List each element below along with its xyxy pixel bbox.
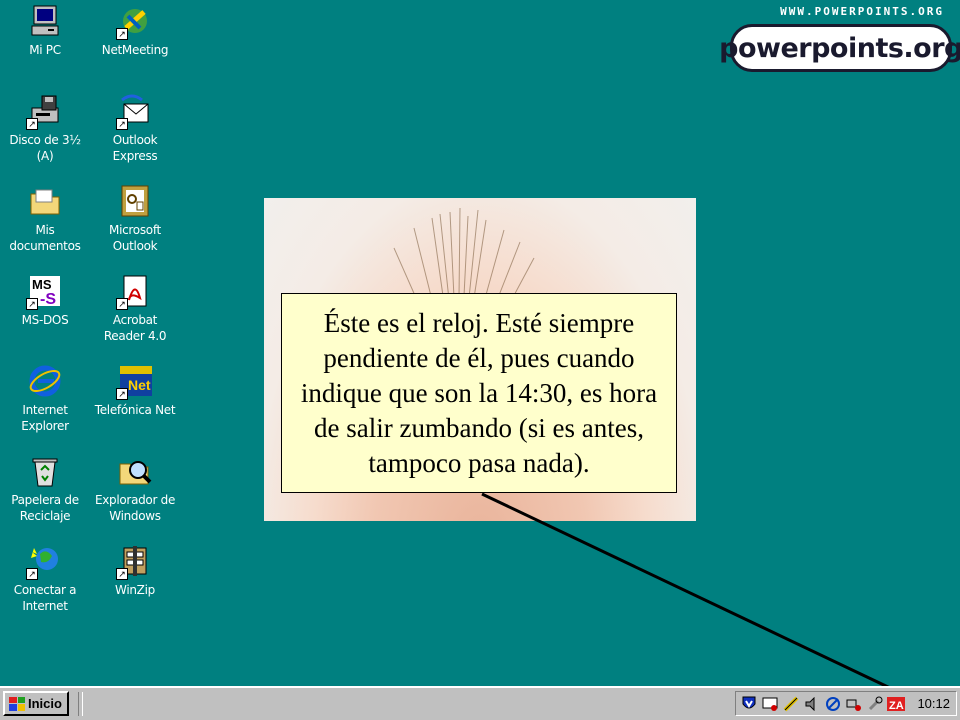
icon-label: NetMeeting <box>101 43 169 57</box>
folder-icon <box>28 184 62 218</box>
netmeeting-icon: ↗ <box>116 4 152 40</box>
recycle-bin-icon <box>28 454 62 488</box>
desktop-icon-my-computer[interactable]: Mi PC <box>2 4 88 58</box>
icon-label: Papelera de Reciclaje <box>11 493 79 523</box>
clock-callout: Éste es el reloj. Esté siempre pendiente… <box>281 293 677 493</box>
icon-label: Telefónica Net <box>94 403 176 417</box>
desktop-icon-connect-internet[interactable]: ↗ Conectar a Internet <box>2 544 88 614</box>
antivirus-shield-icon[interactable] <box>740 695 758 713</box>
desktop-icon-my-documents[interactable]: Mis documentos <box>2 184 88 254</box>
shortcut-arrow-icon: ↗ <box>26 118 38 130</box>
icon-label: Disco de 3½ (A) <box>9 133 81 163</box>
microsoft-outlook-icon <box>118 184 152 218</box>
svg-text:ZA: ZA <box>889 700 904 712</box>
windows-explorer-icon <box>118 454 152 488</box>
telefonica-net-icon: Net ↗ <box>116 364 152 400</box>
volume-icon[interactable] <box>803 695 821 713</box>
computer-icon <box>28 4 62 38</box>
shortcut-arrow-icon: ↗ <box>116 118 128 130</box>
start-label: Inicio <box>28 696 62 711</box>
system-tray: ZA 10:12 <box>735 691 957 716</box>
shortcut-arrow-icon: ↗ <box>116 28 128 40</box>
icon-label: Mi PC <box>29 43 61 57</box>
power-icon[interactable] <box>782 695 800 713</box>
icon-label: Conectar a Internet <box>13 583 77 613</box>
callout-text: Éste es el reloj. Esté siempre pendiente… <box>300 307 658 478</box>
taskbar-clock[interactable]: 10:12 <box>917 696 950 711</box>
desktop-icon-acrobat-reader[interactable]: ↗ Acrobat Reader 4.0 <box>92 274 178 344</box>
logo-text: powerpoints.org <box>719 32 960 64</box>
desktop: Mi PC ↗ Disco de 3½ (A) Mis documentos M… <box>0 0 960 711</box>
icon-label: Mis documentos <box>9 223 81 253</box>
desktop-icon-ms-dos[interactable]: MS -S ↗ MS-DOS <box>2 274 88 328</box>
svg-text:-S: -S <box>40 291 56 308</box>
powerpoints-logo: powerpoints.org <box>719 24 960 72</box>
desktop-icon-netmeeting[interactable]: ↗ NetMeeting <box>92 4 178 58</box>
connection-icon[interactable] <box>845 695 863 713</box>
desktop-icon-internet-explorer[interactable]: Internet Explorer <box>2 364 88 434</box>
acrobat-reader-icon: ↗ <box>116 274 152 310</box>
shortcut-arrow-icon: ↗ <box>116 568 128 580</box>
icon-label: Explorador de Windows <box>94 493 176 523</box>
shortcut-arrow-icon: ↗ <box>26 568 38 580</box>
desktop-icon-recycle-bin[interactable]: Papelera de Reciclaje <box>2 454 88 524</box>
windows-logo-icon <box>9 696 25 711</box>
shortcut-arrow-icon: ↗ <box>116 388 128 400</box>
icon-label: WinZip <box>115 583 155 597</box>
icon-label: MS-DOS <box>21 313 69 327</box>
desktop-icon-microsoft-outlook[interactable]: Microsoft Outlook <box>92 184 178 254</box>
svg-text:MS: MS <box>32 277 52 292</box>
icon-label: Outlook Express <box>112 133 158 163</box>
desktop-icon-winzip[interactable]: ↗ WinZip <box>92 544 178 598</box>
desktop-icon-telefonica-net[interactable]: Net ↗ Telefónica Net <box>92 364 178 418</box>
shortcut-arrow-icon: ↗ <box>26 298 38 310</box>
floppy-drive-icon: ↗ <box>26 94 62 130</box>
zonealarm-icon[interactable]: ZA <box>887 695 905 713</box>
icon-label: Acrobat Reader 4.0 <box>103 313 167 343</box>
desktop-icon-outlook-express[interactable]: ↗ Outlook Express <box>92 94 178 164</box>
display-settings-icon[interactable] <box>761 695 779 713</box>
winzip-icon: ↗ <box>116 544 152 580</box>
svg-text:Net: Net <box>128 377 151 393</box>
icon-label: Microsoft Outlook <box>109 223 161 253</box>
logo-url: WWW.POWERPOINTS.ORG <box>780 5 944 18</box>
taskbar-grip[interactable] <box>78 692 83 716</box>
tools-icon[interactable] <box>866 695 884 713</box>
internet-explorer-icon <box>28 364 62 398</box>
outlook-express-icon: ↗ <box>116 94 152 130</box>
desktop-icon-floppy[interactable]: ↗ Disco de 3½ (A) <box>2 94 88 164</box>
network-icon[interactable] <box>824 695 842 713</box>
shortcut-arrow-icon: ↗ <box>116 298 128 310</box>
taskbar: Inicio ZA 10:12 <box>0 686 960 720</box>
start-button[interactable]: Inicio <box>3 691 69 716</box>
connect-internet-icon: ↗ <box>26 544 62 580</box>
icon-label: Internet Explorer <box>21 403 69 433</box>
ms-dos-icon: MS -S ↗ <box>26 274 62 310</box>
desktop-icon-windows-explorer[interactable]: Explorador de Windows <box>92 454 178 524</box>
